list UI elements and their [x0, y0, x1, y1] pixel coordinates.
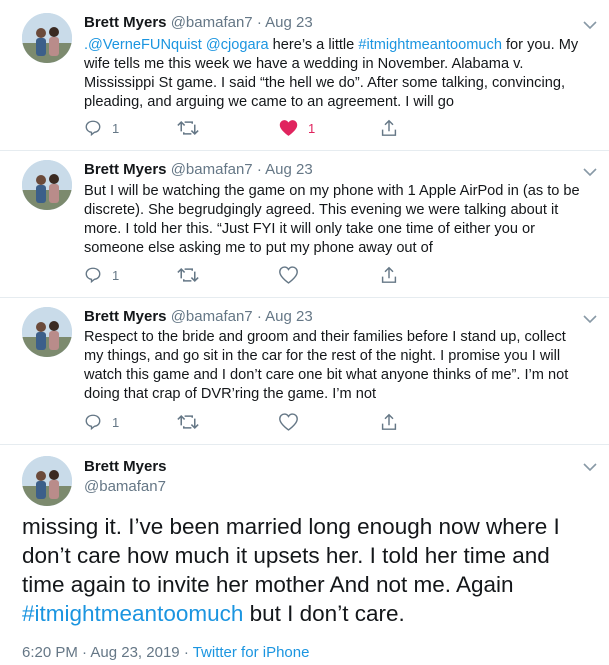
tweet-header: Brett Myers @bamafan7 · Aug 23 [84, 14, 313, 31]
tweet-text-segment: but I don’t care. [243, 601, 405, 626]
display-name[interactable]: Brett Myers [84, 458, 167, 475]
tweet-source-link[interactable]: Twitter for iPhone [193, 644, 310, 661]
retweet-button[interactable] [177, 118, 209, 138]
reply-count: 1 [112, 120, 120, 136]
reply-count: 1 [112, 414, 120, 430]
share-icon [381, 413, 397, 430]
tweet-header: Brett Myers @bamafan7 · Aug 23 [84, 161, 313, 178]
retweet-button[interactable] [177, 412, 209, 432]
reply-icon [85, 120, 101, 137]
divider [0, 297, 609, 298]
tweet-text-segment: missing it. I’ve been married long enoug… [22, 514, 560, 597]
avatar[interactable] [22, 307, 72, 357]
like-button[interactable]: 1 [279, 118, 315, 138]
share-button[interactable] [381, 118, 397, 138]
mention-link[interactable]: @cjogara [206, 37, 269, 53]
reply-icon [85, 267, 101, 284]
reply-count: 1 [112, 267, 120, 283]
tweet-text: But I will be watching the game on my ph… [84, 183, 580, 256]
tweet-date[interactable]: Aug 23 [265, 161, 313, 178]
display-name[interactable]: Brett Myers [84, 14, 167, 31]
share-button[interactable] [381, 265, 397, 285]
separator-dot: · [256, 161, 262, 178]
reply-button[interactable]: 1 [84, 265, 119, 285]
share-button[interactable] [381, 412, 397, 432]
chevron-down-icon[interactable] [583, 20, 597, 30]
separator-dot: · [256, 308, 262, 325]
divider [0, 150, 609, 151]
retweet-icon [177, 267, 199, 283]
like-button[interactable] [279, 265, 308, 285]
heart-icon [279, 413, 298, 431]
tweet-full-date[interactable]: Aug 23, 2019 [90, 644, 179, 661]
separator-dot: · [256, 14, 262, 31]
reply-icon [85, 414, 101, 431]
tweet-actions: 1 [84, 265, 504, 285]
like-count: 1 [308, 120, 316, 136]
tweet-thread: Brett Myers @bamafan7 · Aug 23 .@VerneFU… [0, 0, 609, 665]
retweet-icon [177, 414, 199, 430]
divider [0, 444, 609, 445]
display-name[interactable]: Brett Myers [84, 308, 167, 325]
tweet-text: .@VerneFUNquist @cjogara here’s a little… [84, 36, 589, 112]
share-icon [381, 119, 397, 136]
display-name[interactable]: Brett Myers [84, 161, 167, 178]
heart-icon [279, 120, 298, 136]
user-handle[interactable]: @bamafan7 [171, 161, 253, 178]
tweet-date[interactable]: Aug 23 [265, 14, 313, 31]
share-icon [381, 266, 397, 283]
user-handle[interactable]: @bamafan7 [171, 14, 253, 31]
tweet-time[interactable]: 6:20 PM [22, 644, 78, 661]
tweet-actions: 1 1 [84, 118, 504, 138]
tweet-actions: 1 [84, 412, 504, 432]
separator-dot: · [82, 644, 88, 661]
retweet-button[interactable] [177, 265, 209, 285]
reply-button[interactable]: 1 [84, 118, 119, 138]
chevron-down-icon[interactable] [583, 167, 597, 177]
chevron-down-icon[interactable] [583, 462, 597, 472]
like-button[interactable] [279, 412, 308, 432]
avatar[interactable] [22, 160, 72, 210]
reply-button[interactable]: 1 [84, 412, 119, 432]
heart-icon [279, 266, 298, 284]
tweet-header: Brett Myers @bamafan7 · Aug 23 [84, 308, 313, 325]
user-handle[interactable]: @bamafan7 [84, 478, 166, 495]
main-tweet-text: missing it. I’ve been married long enoug… [22, 512, 597, 628]
tweet-text-segment: here’s a little [268, 37, 359, 53]
tweet-text: Respect to the bride and groom and their… [84, 329, 569, 402]
chevron-down-icon[interactable] [583, 314, 597, 324]
tweet-date[interactable]: Aug 23 [265, 308, 313, 325]
tweet-meta: 6:20 PM · Aug 23, 2019 · Twitter for iPh… [22, 644, 309, 661]
separator-dot: · [183, 644, 189, 661]
hashtag-link[interactable]: #itmightmeantoomuch [358, 37, 502, 53]
avatar[interactable] [22, 456, 72, 506]
hashtag-link[interactable]: #itmightmeantoomuch [22, 601, 243, 626]
avatar[interactable] [22, 13, 72, 63]
mention-link[interactable]: .@VerneFUNquist [84, 37, 202, 53]
retweet-icon [177, 120, 199, 136]
user-handle[interactable]: @bamafan7 [171, 308, 253, 325]
